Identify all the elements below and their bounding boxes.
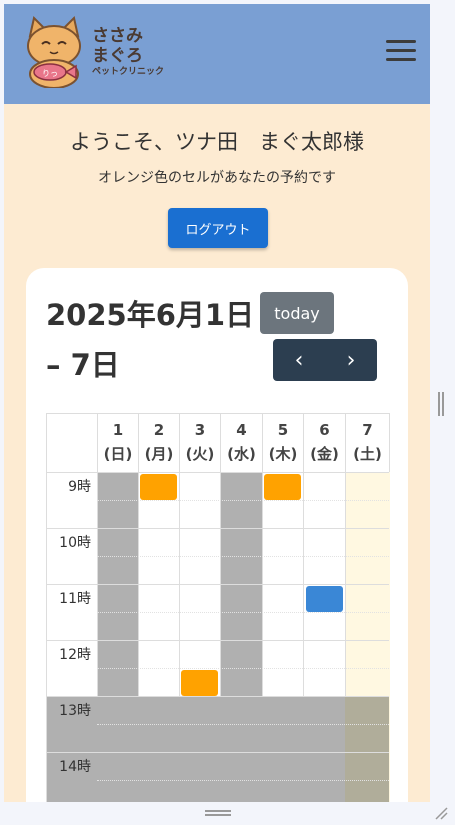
gridline	[97, 500, 389, 501]
vertical-resize-handle-icon[interactable]	[438, 392, 444, 416]
logo-line2: まぐろ	[92, 46, 143, 66]
time-label-11: 11時	[59, 591, 91, 607]
day-header-5: 5 (木)	[262, 414, 303, 472]
logout-button[interactable]: ログアウト	[168, 208, 268, 248]
day-header-4: 4 (水)	[220, 414, 262, 472]
today-button[interactable]: today	[260, 292, 334, 334]
gridline	[97, 668, 389, 669]
chevron-left-icon: ‹	[294, 347, 304, 373]
time-label-12: 12時	[59, 647, 91, 663]
gridline	[47, 584, 389, 585]
header: りっ ささみ まぐろ ペットクリニック	[4, 4, 430, 104]
day-header-3: 3 (火)	[179, 414, 220, 472]
day-header-6: 6 (金)	[303, 414, 345, 472]
gridline	[47, 472, 389, 473]
time-label-14: 14時	[59, 759, 91, 775]
day-header-2: 2 (月)	[138, 414, 179, 472]
welcome-message: ようこそ、ツナ田 まぐ太郎様	[70, 130, 364, 154]
gridline	[47, 752, 389, 753]
cat-logo-icon: りっ	[27, 16, 81, 88]
hamburger-icon[interactable]	[386, 40, 416, 64]
day-header-7: 7 (土)	[345, 414, 389, 472]
gridline	[47, 640, 389, 641]
calendar-card: 2025年6月1日 – 7日 today ‹ › 1 (日) 2 (月) 3 (火) …	[26, 268, 408, 802]
logo-subtitle: ペットクリニック	[92, 67, 165, 77]
gridline	[97, 724, 389, 725]
closed-afternoon-block	[47, 696, 345, 802]
my-reservation-event[interactable]	[181, 670, 218, 696]
resize-corner-icon[interactable]	[434, 806, 448, 820]
gridline	[97, 780, 389, 781]
app-frame: りっ ささみ まぐろ ペットクリニック ようこそ、ツナ田 まぐ太郎様 オレンジ色…	[4, 4, 430, 802]
prev-week-button[interactable]: ‹	[273, 339, 325, 381]
week-grid: 1 (日) 2 (月) 3 (火) 4 (水) 5 (木) 6 (金) 7 (土) 9時 10…	[46, 413, 390, 802]
logo-title: ささみ まぐろ ペットクリニック	[92, 26, 164, 78]
closed-afternoon-today-block	[345, 696, 389, 802]
time-label-13: 13時	[59, 703, 91, 719]
day-header-1: 1 (日)	[97, 414, 138, 472]
fish-label: りっ	[42, 69, 58, 78]
horizontal-resize-handle-icon[interactable]	[205, 810, 231, 816]
reservation-note: オレンジ色のセルがあなたの予約です	[98, 170, 336, 186]
gridline	[97, 612, 389, 613]
next-week-button[interactable]: ›	[325, 339, 377, 381]
my-reservation-event[interactable]	[264, 474, 301, 500]
gridline	[97, 556, 389, 557]
gridline	[47, 528, 389, 529]
other-reservation-event[interactable]	[306, 586, 343, 612]
calendar-nav: ‹ ›	[273, 339, 377, 381]
logo-line1: ささみ	[92, 26, 143, 46]
time-label-10: 10時	[59, 535, 91, 551]
chevron-right-icon: ›	[346, 347, 356, 373]
calendar-title: 2025年6月1日 – 7日	[46, 298, 255, 382]
gridline	[47, 696, 389, 697]
time-label-9: 9時	[68, 479, 91, 495]
my-reservation-event[interactable]	[140, 474, 177, 500]
